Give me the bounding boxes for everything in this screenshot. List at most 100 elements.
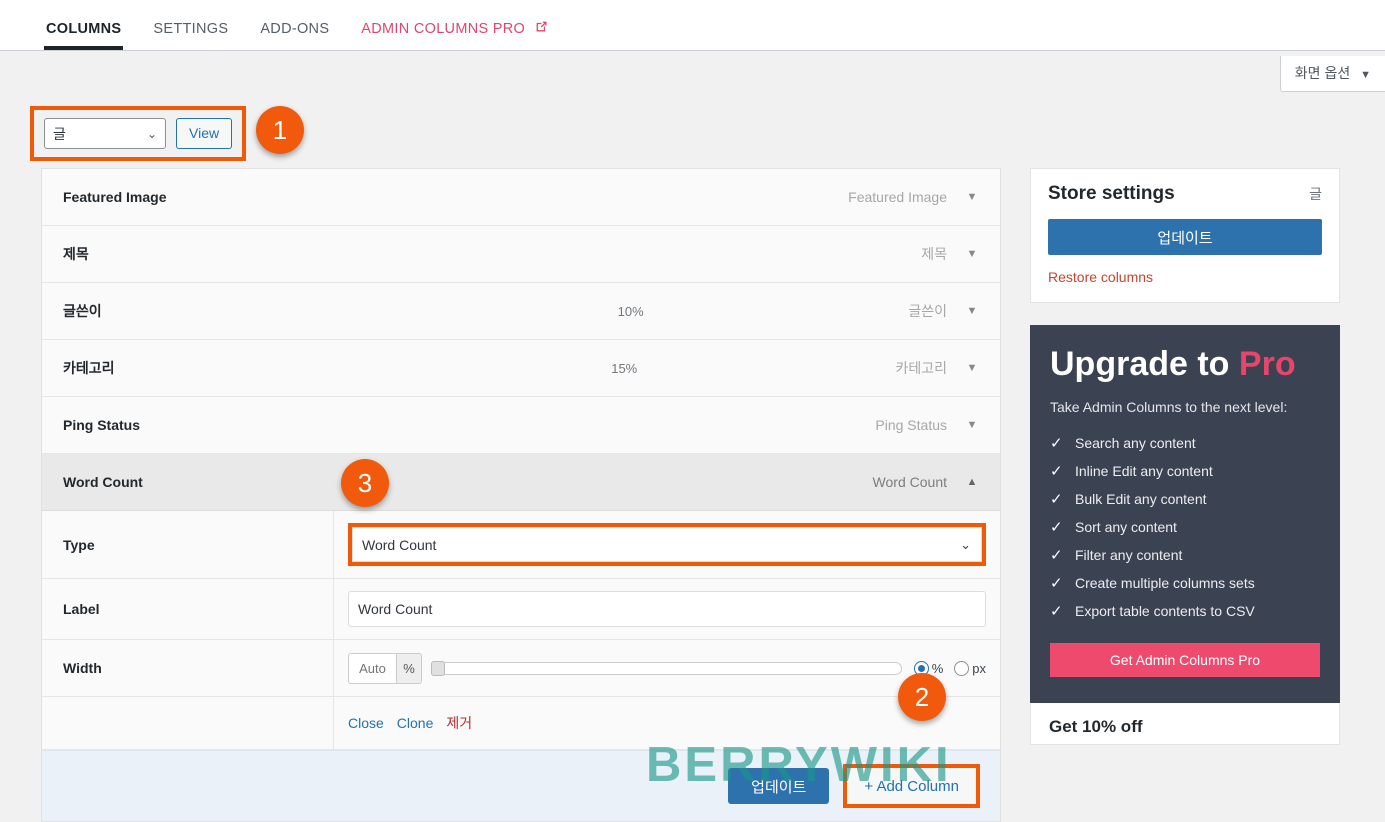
table-row[interactable]: Featured Image Featured Image ▼ (42, 169, 1000, 226)
type-field-label: Type (42, 511, 334, 578)
check-icon: ✓ (1050, 434, 1063, 452)
column-type: Word Count (872, 474, 947, 490)
chevron-down-icon[interactable]: ▼ (965, 362, 979, 374)
restore-columns-link[interactable]: Restore columns (1048, 269, 1153, 285)
columns-panel: Featured Image Featured Image ▼ 제목 제목 ▼ … (41, 168, 1001, 822)
main-tab-bar: COLUMNS SETTINGS ADD-ONS ADMIN COLUMNS P… (0, 0, 1385, 51)
width-controls: % % px (348, 652, 986, 684)
tab-settings[interactable]: SETTINGS (137, 21, 244, 51)
width-slider-handle[interactable] (431, 660, 445, 676)
list-item-label: Export table contents to CSV (1075, 602, 1255, 619)
table-row[interactable]: 제목 제목 ▼ (42, 226, 1000, 283)
list-item: ✓ Bulk Edit any content (1050, 485, 1320, 513)
column-type: Featured Image (848, 189, 947, 205)
column-label: 글쓴이 (63, 303, 102, 319)
post-type-select-wrap: 글 ⌄ (44, 118, 166, 149)
check-icon: ✓ (1050, 518, 1063, 536)
chevron-up-icon[interactable]: ▲ (965, 476, 979, 488)
chevron-down-icon[interactable]: ▼ (965, 191, 979, 203)
pro-feature-list: ✓ Search any content ✓ Inline Edit any c… (1050, 429, 1320, 625)
type-highlight-box: Word Count ⌄ (348, 523, 986, 566)
radio-off-icon (954, 660, 970, 676)
tab-admin-columns-pro[interactable]: ADMIN COLUMNS PRO (345, 20, 564, 51)
screen-options-button[interactable]: 화면 옵션 ▼ (1279, 56, 1385, 92)
clone-link[interactable]: Clone (397, 715, 434, 731)
chevron-down-icon[interactable]: ▼ (965, 248, 979, 260)
get-admin-columns-pro-button[interactable]: Get Admin Columns Pro (1050, 642, 1320, 677)
upgrade-pro-title-accent: Pro (1238, 345, 1296, 383)
post-type-selector-area: 글 ⌄ View (30, 106, 247, 161)
bottom-promo-text: Get 10% off (1049, 716, 1143, 736)
check-icon: ✓ (1050, 462, 1063, 480)
table-row[interactable]: Ping Status Ping Status ▼ (42, 397, 1000, 454)
annotation-badge-2: 2 (898, 673, 946, 721)
type-select[interactable]: Word Count (352, 527, 982, 562)
width-slider[interactable] (431, 660, 902, 676)
close-link[interactable]: Close (348, 715, 384, 731)
column-width: 10% (617, 303, 644, 319)
actions-spacer (42, 697, 334, 749)
list-item-label: Inline Edit any content (1075, 462, 1213, 479)
form-row-label: Label (42, 579, 1000, 640)
tab-add-ons-label: ADD-ONS (260, 20, 330, 37)
view-button[interactable]: View (176, 118, 233, 149)
selector-highlight-box: 글 ⌄ View (30, 106, 247, 161)
list-item: ✓ Filter any content (1050, 541, 1320, 569)
tab-columns-label: COLUMNS (46, 20, 122, 37)
width-input[interactable] (348, 652, 396, 684)
column-width: 15% (611, 360, 638, 376)
store-update-button[interactable]: 업데이트 (1048, 219, 1322, 255)
list-item: ✓ Export table contents to CSV (1050, 597, 1320, 625)
post-type-select[interactable]: 글 (44, 118, 166, 149)
list-item: ✓ Search any content (1050, 429, 1320, 457)
sidebar: Store settings 글 업데이트 Restore columns Up… (1030, 168, 1340, 745)
column-type: 글쓴이 (908, 303, 947, 319)
type-field-area: Word Count ⌄ (334, 511, 1000, 578)
list-item: ✓ Sort any content (1050, 513, 1320, 541)
table-row[interactable]: 카테고리 15% 카테고리 ▼ (42, 340, 1000, 397)
chevron-down-icon[interactable]: ▼ (965, 419, 979, 431)
column-type: Ping Status (875, 417, 947, 433)
column-action-links: Close Clone 제거 (348, 713, 472, 733)
list-item: ✓ Inline Edit any content (1050, 457, 1320, 485)
add-column-button[interactable]: + Add Column (847, 768, 976, 804)
annotation-badge-1: 1 (256, 106, 304, 154)
annotation-badge-3: 3 (341, 459, 389, 507)
unit-percent-label: % (931, 660, 944, 676)
tab-columns[interactable]: COLUMNS (30, 20, 137, 51)
remove-link[interactable]: 제거 (446, 713, 472, 733)
label-input[interactable] (348, 591, 986, 627)
update-button[interactable]: 업데이트 (728, 768, 830, 804)
column-label: Word Count (63, 474, 143, 490)
check-icon: ✓ (1050, 602, 1063, 620)
store-settings-title: Store settings (1048, 183, 1175, 204)
screen-options-area: 화면 옵션 ▼ (0, 51, 1385, 92)
column-label: 카테고리 (63, 360, 115, 376)
column-label: 제목 (63, 246, 89, 262)
list-item-label: Sort any content (1075, 518, 1177, 535)
list-item-label: Bulk Edit any content (1075, 490, 1207, 507)
store-settings-header: Store settings 글 (1048, 183, 1322, 205)
chevron-down-icon: ▼ (1360, 69, 1371, 81)
store-settings-post-type: 글 (1309, 186, 1322, 202)
label-field-area (334, 579, 1000, 639)
check-icon: ✓ (1050, 490, 1063, 508)
chevron-down-icon[interactable]: ▼ (965, 305, 979, 317)
width-field-label: Width (42, 640, 334, 696)
list-item-label: Search any content (1075, 434, 1196, 451)
column-type: 카테고리 (895, 360, 947, 376)
column-type: 제목 (921, 246, 947, 262)
unit-px-label: px (972, 660, 986, 676)
screen-options-label: 화면 옵션 (1294, 65, 1351, 81)
table-row[interactable]: 글쓴이 10% 글쓴이 ▼ (42, 283, 1000, 340)
column-label: Featured Image (63, 189, 167, 205)
form-row-width: Width % % px (42, 640, 1000, 697)
list-item: ✓ Create multiple columns sets (1050, 569, 1320, 597)
unit-px-radio[interactable]: px (954, 660, 986, 676)
label-field-label: Label (42, 579, 334, 639)
upgrade-pro-title-main: Upgrade to (1050, 345, 1230, 383)
upgrade-pro-title: Upgrade to Pro (1050, 345, 1320, 383)
check-icon: ✓ (1050, 574, 1063, 592)
table-row-word-count[interactable]: Word Count Word Count ▲ (42, 454, 1000, 511)
tab-add-ons[interactable]: ADD-ONS (244, 20, 345, 51)
